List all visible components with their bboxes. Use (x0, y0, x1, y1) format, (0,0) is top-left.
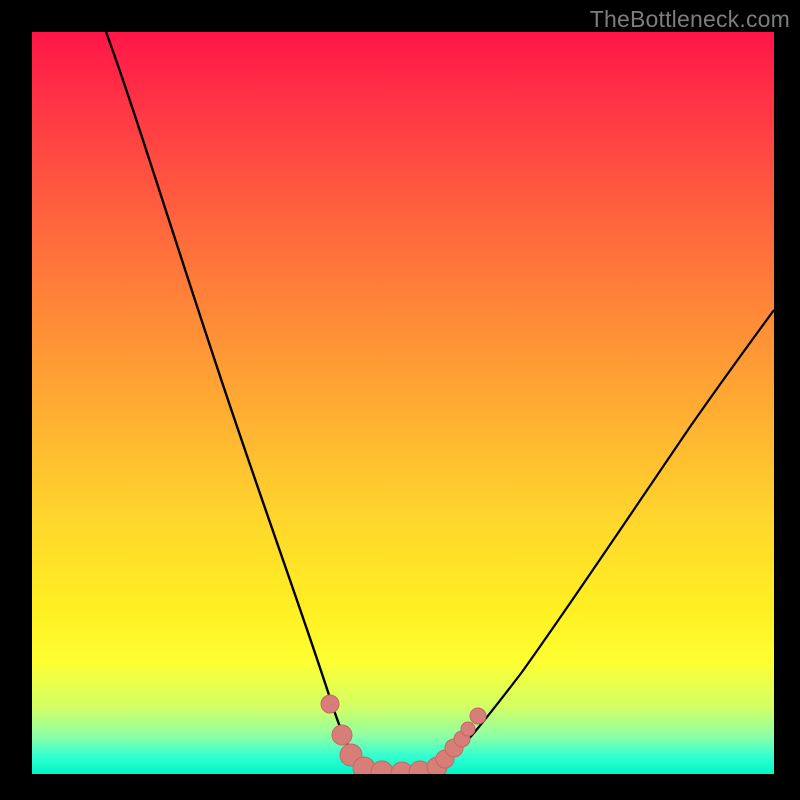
chart-plot-area (32, 32, 774, 774)
marker (321, 695, 339, 713)
marker (470, 708, 486, 724)
chart-frame: TheBottleneck.com (0, 0, 800, 800)
curve-right (443, 310, 774, 766)
markers-group (321, 695, 486, 774)
chart-svg (32, 32, 774, 774)
watermark-text: TheBottleneck.com (590, 6, 790, 33)
curves-group (106, 32, 774, 773)
curve-left (106, 32, 362, 769)
marker (461, 722, 475, 736)
marker (332, 725, 352, 745)
